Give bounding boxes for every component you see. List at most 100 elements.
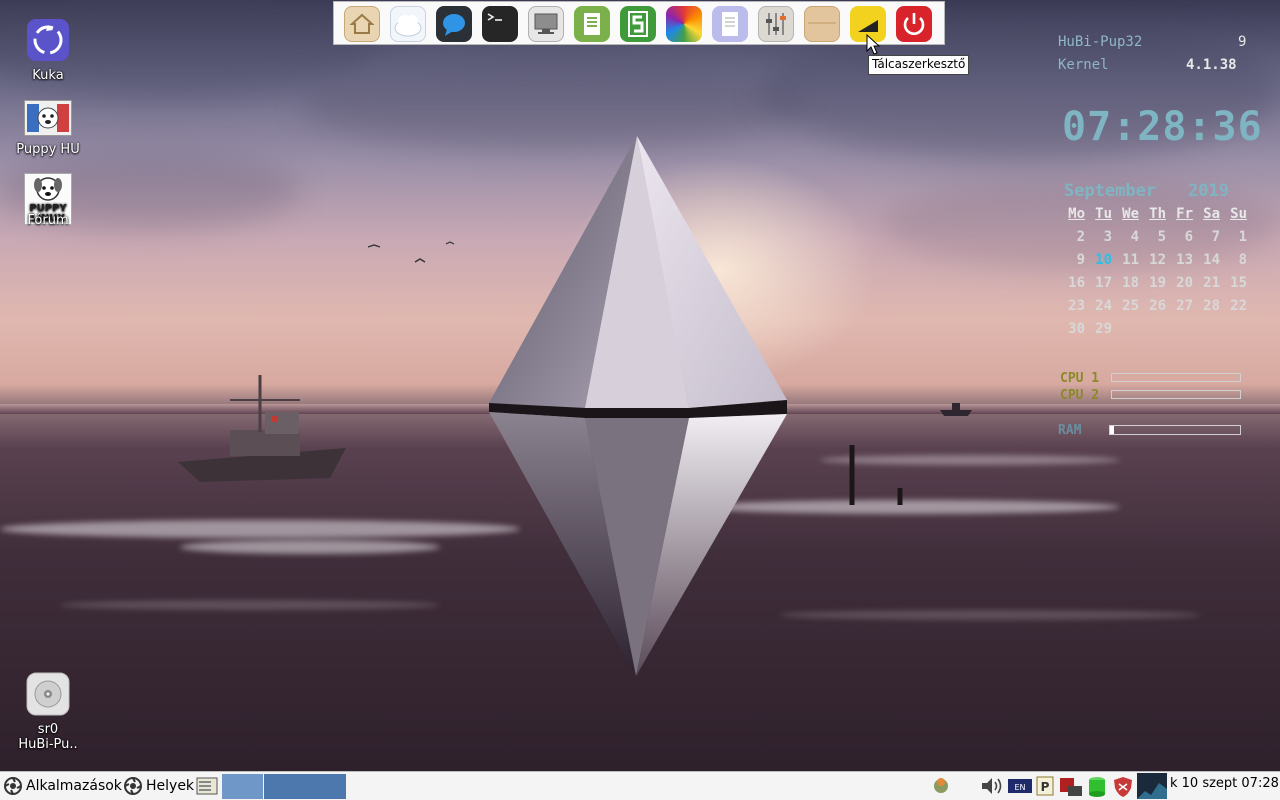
workspace-2[interactable]	[264, 774, 305, 799]
calendar-weekday: We	[1122, 206, 1139, 222]
taskbar: Alkalmazások Helyek EN P k 10 szept 07:2…	[0, 771, 1280, 800]
network-status-icon[interactable]	[932, 776, 950, 794]
home-folder-icon[interactable]	[344, 6, 380, 42]
calendar-weekday: Fr	[1176, 206, 1193, 222]
places-menu-icon	[124, 777, 142, 795]
desktop-icon-label: sr0	[37, 722, 59, 737]
calendar-day: 30	[1068, 321, 1085, 337]
ram-label: RAM	[1058, 423, 1082, 438]
mixer-icon[interactable]	[758, 6, 794, 42]
chat-icon[interactable]	[436, 6, 472, 42]
distant-boat	[940, 403, 972, 416]
cpu2-meter	[1111, 390, 1241, 399]
cpu1-meter	[1111, 373, 1241, 382]
calendar-day: 5	[1157, 229, 1166, 245]
show-desktop-icon[interactable]	[196, 776, 218, 796]
calendar-day: 10	[1095, 252, 1112, 268]
calendar-day: 1	[1238, 229, 1247, 245]
calendar-day: 2	[1076, 229, 1085, 245]
mouse-cursor-icon	[866, 34, 881, 55]
calendar-day: 11	[1122, 252, 1139, 268]
keyboard-layout-icon[interactable]: EN	[1007, 776, 1033, 796]
top-dock	[333, 1, 945, 45]
applications-menu-label: Alkalmazások	[26, 778, 122, 794]
calendar-day: 19	[1149, 275, 1166, 291]
calendar-day: 29	[1095, 321, 1112, 337]
applications-menu-icon	[4, 777, 22, 795]
calendar-weekday: Tu	[1095, 206, 1112, 222]
cpu-usage-graph-icon[interactable]	[1137, 773, 1167, 799]
calendar-month: September	[1064, 181, 1157, 201]
taskbar-clock[interactable]: k 10 szept 07:28	[1170, 776, 1279, 791]
desktop-icon-label: Fórum	[27, 213, 69, 228]
calendar-day: 18	[1122, 275, 1139, 291]
cd-drive-icon	[26, 672, 70, 716]
calendar-day: 16	[1068, 275, 1085, 291]
package-icon[interactable]	[804, 6, 840, 42]
color-wheel-icon[interactable]	[666, 6, 702, 42]
calendar-day: 6	[1184, 229, 1193, 245]
calendar-day: 8	[1238, 252, 1247, 268]
calendar-day: 17	[1095, 275, 1112, 291]
calendar-day: 21	[1203, 275, 1220, 291]
puppy-hu-icon	[24, 100, 72, 136]
conky-clock: 07:28:36	[1062, 104, 1263, 150]
places-menu-label: Helyek	[146, 778, 195, 794]
desktop-icon-label: Kuka	[32, 68, 64, 83]
firewall-icon[interactable]	[1058, 776, 1084, 798]
conky-kernel-label: Kernel	[1058, 57, 1109, 73]
calendar-weekday: Mo	[1068, 206, 1085, 222]
terminal-icon[interactable]	[482, 6, 518, 42]
power-icon[interactable]	[896, 6, 932, 42]
calendar-day: 7	[1211, 229, 1220, 245]
package-manager-icon[interactable]: P	[1035, 776, 1055, 796]
security-shield-icon[interactable]	[1112, 776, 1134, 798]
calendar-day: 14	[1203, 252, 1220, 268]
desktop-icon-trash[interactable]: Kuka	[0, 18, 96, 83]
desktop-icon-label: HuBi-Pu..	[18, 737, 78, 752]
svg-text:EN: EN	[1014, 783, 1025, 792]
document-icon[interactable]	[574, 6, 610, 42]
cpu1-label: CPU 1	[1060, 371, 1100, 386]
desktop-icon-puppy-forum[interactable]: PUPPY LINUX Fórum	[0, 173, 96, 228]
calendar-day: 20	[1176, 275, 1193, 291]
calendar-day: 4	[1130, 229, 1139, 245]
calendar-year: 2019	[1188, 181, 1229, 201]
calendar-weekday: Sa	[1203, 206, 1220, 222]
calendar-day: 9	[1076, 252, 1085, 268]
places-menu[interactable]: Helyek	[123, 775, 194, 797]
calendar-day: 23	[1068, 298, 1085, 314]
spreadsheet-icon[interactable]	[620, 6, 656, 42]
calendar-day: 26	[1149, 298, 1166, 314]
cpu2-label: CPU 2	[1060, 388, 1100, 403]
sea-poles	[849, 445, 903, 505]
fishing-boat	[178, 375, 346, 482]
ram-meter	[1109, 425, 1241, 435]
desktop-icon-sr0-drive[interactable]: sr0 HuBi-Pu..	[0, 672, 96, 752]
monitor-icon[interactable]	[528, 6, 564, 42]
applications-menu[interactable]: Alkalmazások	[3, 775, 122, 797]
calendar-day: 25	[1122, 298, 1139, 314]
calendar-day: 28	[1203, 298, 1220, 314]
calendar-day: 13	[1176, 252, 1193, 268]
storage-status-icon[interactable]	[1086, 776, 1108, 798]
calendar-day: 15	[1230, 275, 1247, 291]
calendar-weekday: Su	[1230, 206, 1247, 222]
workspace-3[interactable]	[305, 774, 346, 799]
recycle-bin-icon	[27, 19, 69, 61]
cloud-icon[interactable]	[390, 6, 426, 42]
text-editor-icon[interactable]	[712, 6, 748, 42]
calendar-day: 12	[1149, 252, 1166, 268]
svg-text:P: P	[1041, 780, 1050, 794]
calendar-day: 3	[1103, 229, 1112, 245]
calendar-weekday: Th	[1149, 206, 1166, 222]
desktop-icon-puppy-hu[interactable]: Puppy HU	[0, 100, 96, 157]
calendar-day: 27	[1176, 298, 1193, 314]
calendar-day: 24	[1095, 298, 1112, 314]
dock-tooltip: Tálcaszerkesztő	[868, 55, 970, 75]
volume-icon[interactable]	[980, 776, 1006, 796]
workspace-1[interactable]	[222, 774, 263, 799]
conky-kernel-value: 4.1.38	[1186, 57, 1237, 73]
conky-hostname-value: 9	[1238, 34, 1247, 50]
calendar-day: 22	[1230, 298, 1247, 314]
